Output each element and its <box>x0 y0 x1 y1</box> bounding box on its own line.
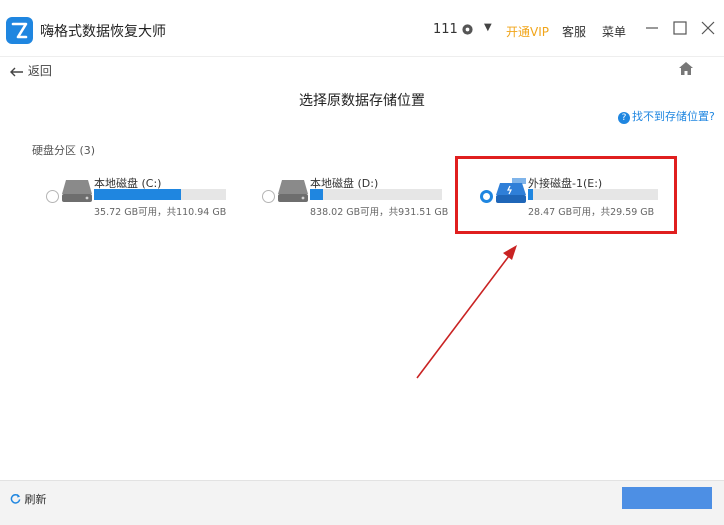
next-button[interactable] <box>622 487 712 509</box>
app-title: 嗨格式数据恢复大师 <box>40 24 166 40</box>
maximize-icon[interactable] <box>671 19 689 37</box>
app-logo-icon <box>6 17 33 44</box>
arrow-left-icon <box>10 67 23 76</box>
chevron-down-icon[interactable]: ▼ <box>484 22 492 33</box>
user-count[interactable]: 111 <box>433 22 458 37</box>
refresh-icon <box>10 493 21 504</box>
hard-disk-icon <box>278 180 308 202</box>
page-title: 选择原数据存储位置 <box>299 93 425 109</box>
drive-usage-bar <box>94 189 226 200</box>
hard-disk-icon <box>62 180 92 202</box>
drive-d-radio[interactable] <box>262 190 275 203</box>
refresh-label: 刷新 <box>24 493 47 506</box>
back-button[interactable]: 返回 <box>10 62 52 79</box>
drive-usage-fill <box>310 189 324 200</box>
drive-size: 838.02 GB可用，共931.51 GB <box>310 207 449 218</box>
refresh-button[interactable]: 刷新 <box>10 491 47 507</box>
service-button[interactable]: 客服 <box>562 23 586 40</box>
drive-size: 35.72 GB可用，共110.94 GB <box>94 207 227 218</box>
help-link[interactable]: ? 找不到存储位置? <box>618 108 715 124</box>
title-bar: 嗨格式数据恢复大师 111 ▼ 开通VIP 客服 菜单 <box>0 0 724 57</box>
drive-usage-fill <box>94 189 182 200</box>
home-icon[interactable] <box>678 61 694 76</box>
annotation-arrow <box>416 245 517 379</box>
back-label: 返回 <box>27 64 52 78</box>
minimize-icon[interactable] <box>643 19 661 37</box>
highlight-box <box>455 156 677 234</box>
close-icon[interactable] <box>699 19 717 37</box>
drive-usage-bar <box>310 189 442 200</box>
bottom-bar: 刷新 <box>0 480 724 525</box>
section-label: 硬盘分区 (3) <box>32 144 96 157</box>
menu-button[interactable]: 菜单 <box>602 23 626 40</box>
vip-button[interactable]: 开通VIP <box>506 23 549 40</box>
question-icon: ? <box>618 112 630 124</box>
help-link-label: 找不到存储位置? <box>632 110 715 123</box>
gear-icon[interactable] <box>461 23 474 36</box>
drive-c-radio[interactable] <box>46 190 59 203</box>
